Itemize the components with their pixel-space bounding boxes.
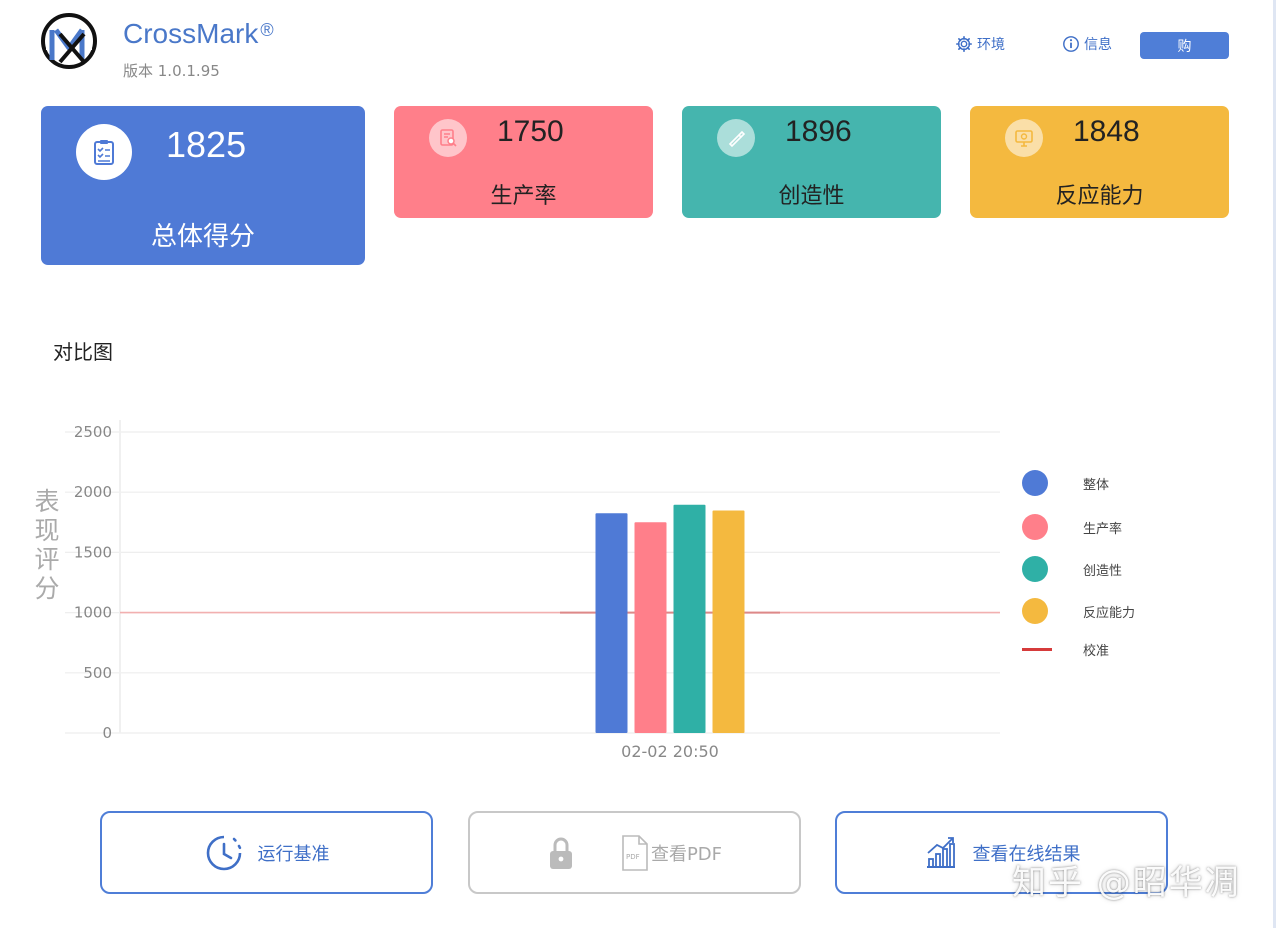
productivity-card: 1750 生产率 (394, 106, 653, 218)
y-axis-label-char: 分 (34, 574, 59, 603)
monitor-icon (1005, 119, 1043, 157)
responsiveness-label: 反应能力 (1055, 184, 1144, 209)
productivity-score-value: 1750 (497, 115, 564, 148)
legend-swatch (1022, 514, 1048, 540)
legend-label: 反应能力 (1083, 605, 1136, 621)
legend-swatch (1022, 470, 1048, 496)
svg-text:PDF: PDF (626, 853, 640, 861)
run-benchmark-label: 运行基准 (257, 843, 330, 865)
lock-icon (549, 837, 572, 869)
crossmark-logo-icon (41, 13, 97, 69)
legend-swatch (1022, 556, 1048, 582)
bar-创造性 (673, 504, 706, 733)
brush-icon (717, 119, 755, 157)
y-tick-label: 1500 (74, 543, 112, 561)
legend-swatch (1022, 648, 1052, 651)
view-pdf-label: 查看PDF (650, 843, 723, 865)
bar-整体 (595, 513, 628, 733)
clock-refresh-icon (206, 835, 241, 870)
x-tick-label: 02-02 20:50 (621, 742, 719, 761)
comparison-chart-title: 对比图 (53, 340, 113, 364)
version-label: 版本 1.0.1.95 (123, 62, 220, 80)
legend-label: 创造性 (1083, 563, 1123, 579)
legend-item: 整体 (1022, 470, 1109, 496)
legend-label: 校准 (1083, 644, 1110, 659)
legend-item: 校准 (1022, 640, 1109, 659)
buy-button[interactable]: 购 (1140, 32, 1229, 59)
y-tick-label: 2500 (74, 423, 112, 441)
environment-label: 环境 (977, 37, 1005, 53)
responsiveness-score-value: 1848 (1073, 115, 1140, 148)
info-label: 信息 (1084, 37, 1112, 53)
y-tick-label: 0 (102, 724, 112, 742)
bar-反应能力 (712, 510, 745, 733)
gear-icon (955, 35, 973, 53)
info-icon (1063, 36, 1079, 52)
legend-item: 生产率 (1022, 514, 1122, 540)
y-tick-label: 1000 (74, 604, 112, 622)
info-button[interactable]: 信息 (1062, 34, 1112, 54)
overall-score-value: 1825 (166, 124, 247, 165)
creativity-score-value: 1896 (785, 115, 852, 148)
legend-label: 整体 (1083, 477, 1110, 493)
app-title: CrossMark ® (123, 18, 274, 49)
y-tick-label: 500 (83, 664, 112, 682)
run-benchmark-button[interactable]: 运行基准 (100, 811, 433, 894)
y-axis-label-char: 评 (34, 545, 59, 574)
overall-score-label: 总体得分 (150, 222, 255, 252)
comparison-bar-chart: 0 500 1000 1500 2000 2500 表现评分 02-02 20:50 (34, 420, 1000, 761)
overall-score-card: 1825 总体得分 (41, 106, 365, 265)
legend-label: 生产率 (1083, 521, 1123, 537)
y-axis-label-char: 现 (34, 516, 59, 545)
y-axis-label-char: 表 (34, 487, 59, 516)
growth-chart-icon (926, 836, 955, 868)
document-search-icon (429, 119, 467, 157)
responsiveness-card: 1848 反应能力 (970, 106, 1229, 218)
creativity-label: 创造性 (778, 184, 845, 209)
zhihu-watermark: 知乎 @昭华凋 (1012, 863, 1241, 903)
productivity-label: 生产率 (490, 184, 557, 209)
creativity-card: 1896 创造性 (682, 106, 941, 218)
y-tick-label: 2000 (74, 483, 112, 501)
clipboard-checklist-icon (76, 124, 132, 180)
environment-button[interactable]: 环境 (955, 34, 1005, 54)
legend-item: 反应能力 (1022, 598, 1135, 624)
view-pdf-button[interactable]: PDF 查看PDF (468, 811, 801, 894)
legend-item: 创造性 (1022, 556, 1122, 582)
legend-swatch (1022, 598, 1048, 624)
bar-生产率 (634, 522, 667, 733)
